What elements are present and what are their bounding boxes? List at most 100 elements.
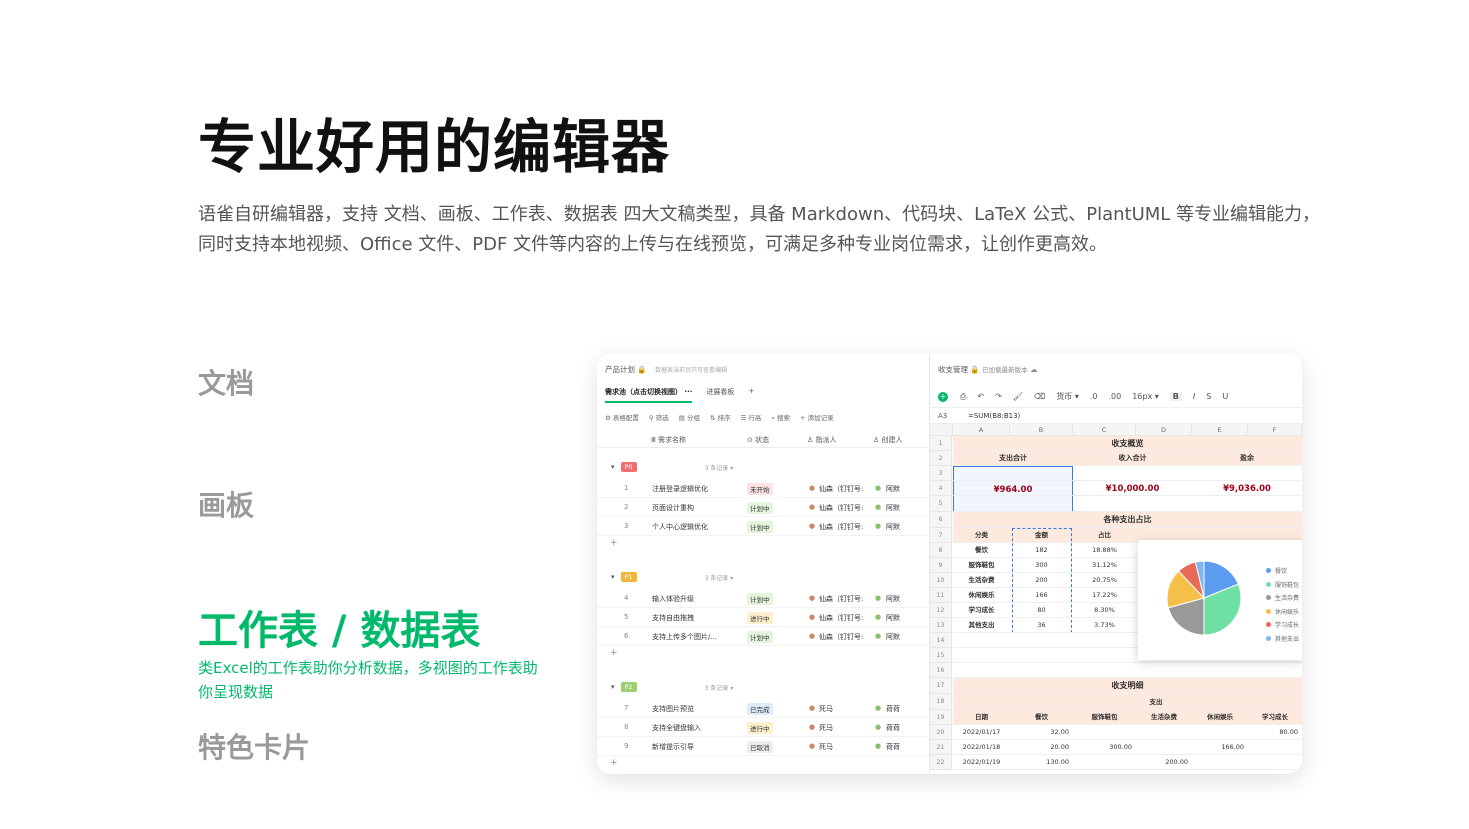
table-row[interactable]: 4 输入体验升级 计划中 ● 仙森（钉钉号: ● 阿默 [597,589,930,608]
detail-cell[interactable]: 2022/01/19 [953,755,1010,770]
row-number[interactable]: 5 [930,496,952,512]
collapse-icon[interactable]: ▾ [611,463,615,471]
tab-requirement-pool[interactable]: 需求池（点击切换视图） ··· [605,387,692,403]
row-number[interactable]: 15 [930,648,952,663]
column-letter[interactable]: C [1073,424,1136,436]
detail-cell[interactable]: 166.00 [1192,740,1248,755]
table-row[interactable]: 7 支持图片预览 已完成 ● 死马 ● 荷荷 [597,699,930,718]
ratio-cell[interactable]: 31.12% [1073,558,1136,573]
toolbar-button[interactable]: 🖌 [1013,392,1023,401]
group-header[interactable]: ▾ P1 3 条记录 ▾ [611,572,733,582]
row-number[interactable]: 20 [930,725,952,740]
status-badge[interactable]: 已完成 [747,703,773,715]
detail-cell[interactable] [1192,755,1248,770]
group-header[interactable]: ▾ P2 3 条记录 ▾ [611,682,733,692]
cell-reference[interactable]: A3 [938,412,947,420]
column-assignee[interactable]: ♙ 指派人 [807,435,837,445]
detail-title[interactable]: 收支明细 [953,678,1302,694]
row-number[interactable]: 19 [930,710,952,725]
column-creator[interactable]: ♙ 创建人 [873,435,903,445]
group-button[interactable]: ▤ 分组 [679,412,700,423]
detail-header[interactable]: 休闲娱乐 [1192,710,1248,725]
column-letter[interactable]: E [1192,424,1248,436]
row-number[interactable]: 7 [930,528,952,543]
sort-button[interactable]: ⇅ 排序 [710,412,731,423]
overview-value[interactable]: ¥964.00 [953,466,1073,512]
detail-cell[interactable] [1192,725,1248,740]
overview-header[interactable]: 支出合计 [953,451,1073,466]
table-config-button[interactable]: ⚙ 表格配置 [605,412,639,423]
status-badge[interactable]: 计划中 [747,502,773,514]
overview-header[interactable]: 盈余 [1192,451,1302,466]
column-letter[interactable]: A [953,424,1010,436]
detail-cell[interactable]: 80.00 [1248,725,1302,740]
ratio-header[interactable]: 分类 [953,528,1010,543]
legend-item[interactable]: 生活杂费 [1266,591,1299,605]
table-row[interactable]: 3 个人中心逻辑优化 计划中 ● 仙森（钉钉号: ● 阿默 [597,517,930,536]
status-badge[interactable]: 未开始 [747,483,773,495]
status-badge[interactable]: 计划中 [747,593,773,605]
status-badge[interactable]: 进行中 [747,722,773,734]
legend-item[interactable]: 餐饮 [1266,564,1299,578]
detail-group[interactable]: 支出 [1010,694,1302,710]
legend-item[interactable]: 服饰鞋包 [1266,578,1299,592]
legend-item[interactable]: 休闲娱乐 [1266,605,1299,619]
table-row[interactable]: 1 注册登录逻辑优化 未开始 ● 仙森（钉钉号: ● 阿默 [597,479,930,498]
overview-value[interactable]: ¥9,036.00 [1192,466,1302,512]
row-number[interactable]: 6 [930,512,952,528]
nav-item-board[interactable]: 画板 [198,484,254,524]
row-height-button[interactable]: ☰ 行高 [740,412,761,423]
ratio-header[interactable]: 占比 [1073,528,1136,543]
row-number[interactable]: 13 [930,618,952,633]
status-badge[interactable]: 进行中 [747,612,773,624]
row-number[interactable]: 12 [930,603,952,618]
column-letter[interactable]: D [1136,424,1192,436]
toolbar-button[interactable]: ⌫ [1034,392,1045,401]
nav-item-sheet[interactable]: 工作表 / 数据表 [198,598,480,656]
detail-cell[interactable] [1136,740,1192,755]
add-row-button[interactable]: + [610,538,618,548]
row-number[interactable]: 4 [930,481,952,496]
tab-progress-board[interactable]: 进展看板 [706,387,734,403]
detail-cell[interactable] [1248,755,1302,770]
row-number[interactable]: 16 [930,663,952,678]
row-number[interactable]: 14 [930,633,952,648]
table-row[interactable]: 8 支持全键盘输入 进行中 ● 死马 ● 荷荷 [597,718,930,737]
column-letter[interactable]: F [1248,424,1302,436]
column-status[interactable]: ⊙ 状态 [747,435,769,445]
overview-header[interactable]: 收入合计 [1073,451,1192,466]
add-icon[interactable]: + [938,391,948,402]
detail-cell[interactable]: 20.00 [1010,740,1073,755]
detail-cell[interactable] [1073,755,1136,770]
status-badge[interactable]: 计划中 [747,631,773,643]
collapse-icon[interactable]: ▾ [611,573,615,581]
ratio-cell[interactable]: 休闲娱乐 [953,588,1010,603]
toolbar-button[interactable]: U [1222,392,1228,401]
row-number[interactable]: 17 [930,678,952,694]
add-row-button[interactable]: + [610,758,618,768]
detail-cell[interactable]: 300.00 [1073,740,1136,755]
ratio-cell[interactable]: 8.30% [1073,603,1136,618]
detail-header[interactable]: 学习成长 [1248,710,1302,725]
table-row[interactable]: 5 支持自由拖拽 进行中 ● 仙森（钉钉号: ● 阿默 [597,608,930,627]
group-header[interactable]: ▾ P0 3 条记录 ▾ [611,462,733,472]
detail-cell[interactable]: 2022/01/17 [953,725,1010,740]
toolbar-button[interactable]: 16px ▾ [1132,392,1159,401]
toolbar-button[interactable]: .0 [1090,392,1098,401]
ratio-cell[interactable]: 服饰鞋包 [953,558,1010,573]
legend-item[interactable]: 学习成长 [1266,618,1299,632]
column-letter[interactable]: B [1010,424,1073,436]
overview-value[interactable]: ¥10,000.00 [1073,466,1192,512]
toolbar-button[interactable]: S [1206,392,1211,401]
filter-button[interactable]: ⚲ 筛选 [649,412,669,423]
legend-item[interactable]: 其他支出 [1266,632,1299,646]
ratio-cell[interactable]: 学习成长 [953,603,1010,618]
detail-header[interactable]: 日期 [953,710,1010,725]
ratio-cell[interactable]: 20.75% [1073,573,1136,588]
detail-cell[interactable] [1073,725,1136,740]
detail-cell[interactable]: 130.00 [1010,755,1073,770]
row-number[interactable]: 3 [930,466,952,481]
row-number[interactable]: 9 [930,558,952,573]
collapse-icon[interactable]: ▾ [611,683,615,691]
table-row[interactable]: 2 页面设计重构 计划中 ● 仙森（钉钉号: ● 阿默 [597,498,930,517]
